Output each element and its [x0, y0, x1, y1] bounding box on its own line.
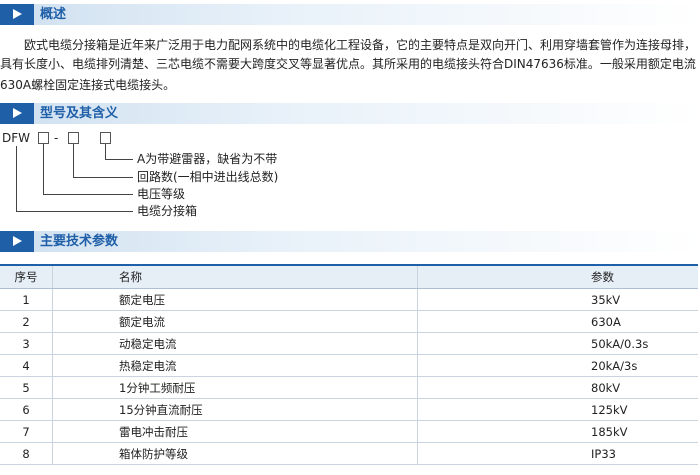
table-header-row: 序号 名称 参数 [0, 264, 698, 289]
cell-name: 15分钟直流耐压 [52, 398, 418, 421]
play-arrow-icon [0, 231, 34, 252]
header-name: 名称 [52, 264, 418, 289]
connector-line [73, 144, 74, 178]
code-box-voltage [38, 132, 49, 144]
connector-line [16, 146, 17, 212]
table-row: 5 1分钟工频耐压 80kV [0, 376, 698, 399]
section-header-params: 主要技术参数 [0, 231, 700, 252]
table-row: 8 箱体防护等级 IP33 [0, 442, 698, 465]
table-row: 4 热稳定电流 20kA/3s [0, 354, 698, 377]
overview-line-2: 具有长度小、电缆排列清楚、三芯电缆不需要大跨度交叉等显著优点。其所采用的电缆接头… [0, 57, 696, 71]
label-circuits: 回路数(一相中进出线总数) [137, 170, 279, 184]
play-arrow-icon [0, 103, 34, 124]
section-header-model: 型号及其含义 [0, 103, 700, 124]
cell-index: 8 [0, 442, 53, 465]
cell-index: 5 [0, 376, 53, 399]
cell-index: 3 [0, 332, 53, 355]
section-title: 型号及其含义 [40, 106, 119, 121]
cell-value: IP33 [417, 442, 698, 465]
cell-value: 50kA/0.3s [417, 332, 698, 355]
cell-name: 1分钟工频耐压 [52, 376, 418, 399]
cell-index: 1 [0, 288, 53, 311]
cell-index: 7 [0, 420, 53, 443]
code-box-arrester [100, 132, 111, 144]
cell-value: 35kV [417, 288, 698, 311]
section-title: 主要技术参数 [40, 234, 119, 249]
cell-index: 2 [0, 310, 53, 333]
label-box-type: 电缆分接箱 [137, 204, 198, 218]
section-title: 概述 [40, 7, 67, 22]
connector-line [105, 144, 106, 160]
params-table: 序号 名称 参数 1 额定电压 35kV 2 额定电流 630A 3 动稳定电流… [0, 264, 698, 465]
header-index: 序号 [0, 264, 53, 289]
cell-name: 箱体防护等级 [52, 442, 418, 465]
connector-line [105, 159, 133, 160]
connector-line [43, 144, 44, 195]
cell-value: 125kV [417, 398, 698, 421]
cell-name: 雷电冲击耐压 [52, 420, 418, 443]
play-arrow-icon [0, 4, 34, 25]
cell-name: 动稳定电流 [52, 332, 418, 355]
overview-line-1: 欧式电缆分接箱是近年来广泛用于电力配网系统中的电缆化工程设备，它的主要特点是双向… [0, 38, 697, 52]
cell-index: 6 [0, 398, 53, 421]
connector-line [16, 211, 133, 212]
section-header-overview: 概述 [0, 4, 700, 25]
cell-value: 20kA/3s [417, 354, 698, 377]
code-dash: - [54, 131, 59, 145]
label-arrester: A为带避雷器，缺省为不带 [137, 152, 278, 166]
model-prefix: DFW [2, 131, 31, 145]
cell-name: 额定电流 [52, 310, 418, 333]
cell-name: 额定电压 [52, 288, 418, 311]
header-value: 参数 [417, 264, 698, 289]
connector-line [43, 194, 133, 195]
connector-line [73, 177, 133, 178]
cell-value: 185kV [417, 420, 698, 443]
cell-value: 630A [417, 310, 698, 333]
table-row: 7 雷电冲击耐压 185kV [0, 420, 698, 443]
cell-index: 4 [0, 354, 53, 377]
table-row: 6 15分钟直流耐压 125kV [0, 398, 698, 421]
overview-line-3: 630A螺栓固定连接式电缆接头。 [0, 78, 176, 92]
table-row: 2 额定电流 630A [0, 310, 698, 333]
cell-name: 热稳定电流 [52, 354, 418, 377]
table-row: 3 动稳定电流 50kA/0.3s [0, 332, 698, 355]
cell-value: 80kV [417, 376, 698, 399]
table-row: 1 额定电压 35kV [0, 288, 698, 311]
code-box-circuits [68, 132, 79, 144]
label-voltage: 电压等级 [137, 187, 186, 201]
